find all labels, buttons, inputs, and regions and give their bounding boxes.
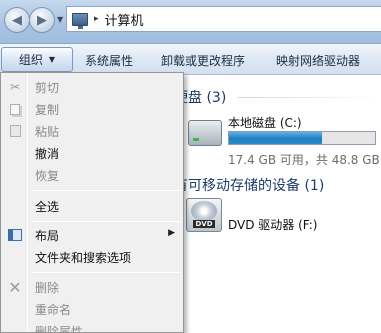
menu-item-rename-label: 重命名 — [35, 303, 72, 317]
submenu-arrow-icon: ▶ — [168, 228, 175, 238]
address-bar[interactable]: ▸ 计算机 — [66, 6, 381, 32]
system-properties-button[interactable]: 系统属性 — [85, 52, 133, 69]
menu-item-cut[interactable]: ✂ 剪切 — [1, 76, 183, 98]
menu-item-select-all-label: 全选 — [35, 200, 60, 214]
group-divider — [238, 97, 378, 98]
back-button[interactable]: ◀ — [4, 7, 30, 33]
menu-item-paste[interactable]: 粘贴 — [1, 120, 183, 142]
menu-item-delete-label: 删除 — [35, 281, 60, 295]
scissors-icon: ✂ — [9, 80, 21, 94]
map-network-drive-button[interactable]: 映射网络驱动器 — [276, 52, 360, 69]
dvd-icon-label: DVD — [193, 220, 215, 228]
address-bar-area: ◀ ▶ ▼ ▸ 计算机 — [0, 0, 381, 44]
menu-item-folder-options-label: 文件夹和搜索选项 — [35, 251, 132, 265]
chevron-down-icon: ▼ — [48, 55, 56, 64]
forward-arrow-icon: ▶ — [37, 12, 47, 28]
menu-separator — [31, 190, 181, 191]
menu-item-copy[interactable]: 复制 — [1, 98, 183, 120]
drive-c-name[interactable]: 本地磁盘 (C:) — [228, 114, 302, 131]
menu-item-cut-label: 剪切 — [35, 81, 60, 95]
drive-c-capacity-fill — [229, 132, 323, 144]
delete-x-icon: ✕ — [8, 277, 22, 297]
breadcrumb-arrow-icon[interactable]: ▸ — [94, 14, 99, 24]
paste-icon — [7, 123, 23, 139]
hard-drive-icon[interactable] — [188, 120, 222, 146]
menu-item-delete[interactable]: ✕ 删除 — [1, 276, 183, 298]
computer-icon — [72, 12, 88, 29]
removable-storage-group-header[interactable]: 有可移动存储的设备 (1) — [174, 175, 324, 195]
dvd-drive-icon[interactable]: DVD — [186, 198, 222, 232]
menu-item-delete-properties[interactable]: 删除属性 — [1, 320, 183, 333]
menu-item-undo[interactable]: 撤消 — [1, 142, 183, 164]
menu-item-layout-label: 布局 — [35, 229, 60, 243]
back-arrow-icon: ◀ — [12, 12, 22, 28]
menu-item-folder-options[interactable]: 文件夹和搜索选项 — [1, 246, 183, 268]
menu-item-copy-label: 复制 — [35, 103, 60, 117]
drive-c-free-space: 17.4 GB 可用，共 48.8 GB — [228, 153, 380, 167]
menu-separator — [31, 272, 181, 273]
layout-pane-icon — [7, 227, 23, 243]
menu-item-delete-properties-label: 删除属性 — [35, 325, 84, 333]
forward-button[interactable]: ▶ — [29, 7, 55, 33]
disc-icon — [191, 201, 217, 221]
menu-item-redo[interactable]: 恢复 — [1, 164, 183, 186]
command-toolbar: 组织 ▼ 系统属性 卸载或更改程序 映射网络驱动器 — [0, 44, 381, 75]
breadcrumb-computer[interactable]: 计算机 — [105, 10, 144, 29]
organize-menu: ✂ 剪切 复制 粘贴 撤消 恢复 全选 布局 ▶ 文件夹和搜索选项 ✕ 删除 重… — [0, 72, 184, 333]
menu-item-redo-label: 恢复 — [35, 169, 60, 183]
organize-label: 组织 — [18, 53, 43, 67]
copy-icon — [7, 101, 23, 117]
menu-item-paste-label: 粘贴 — [35, 125, 60, 139]
recent-pages-dropdown-icon[interactable]: ▼ — [57, 15, 63, 24]
uninstall-program-button[interactable]: 卸载或更改程序 — [161, 52, 245, 69]
dvd-drive-name[interactable]: DVD 驱动器 (F:) — [228, 216, 318, 233]
menu-separator — [31, 221, 181, 222]
menu-item-layout[interactable]: 布局 ▶ — [1, 224, 183, 246]
menu-item-undo-label: 撤消 — [35, 147, 60, 161]
organize-button[interactable]: 组织 ▼ — [1, 47, 73, 72]
menu-item-rename[interactable]: 重命名 — [1, 298, 183, 320]
drive-c-capacity-bar — [228, 131, 376, 145]
menu-item-select-all[interactable]: 全选 — [1, 195, 183, 217]
